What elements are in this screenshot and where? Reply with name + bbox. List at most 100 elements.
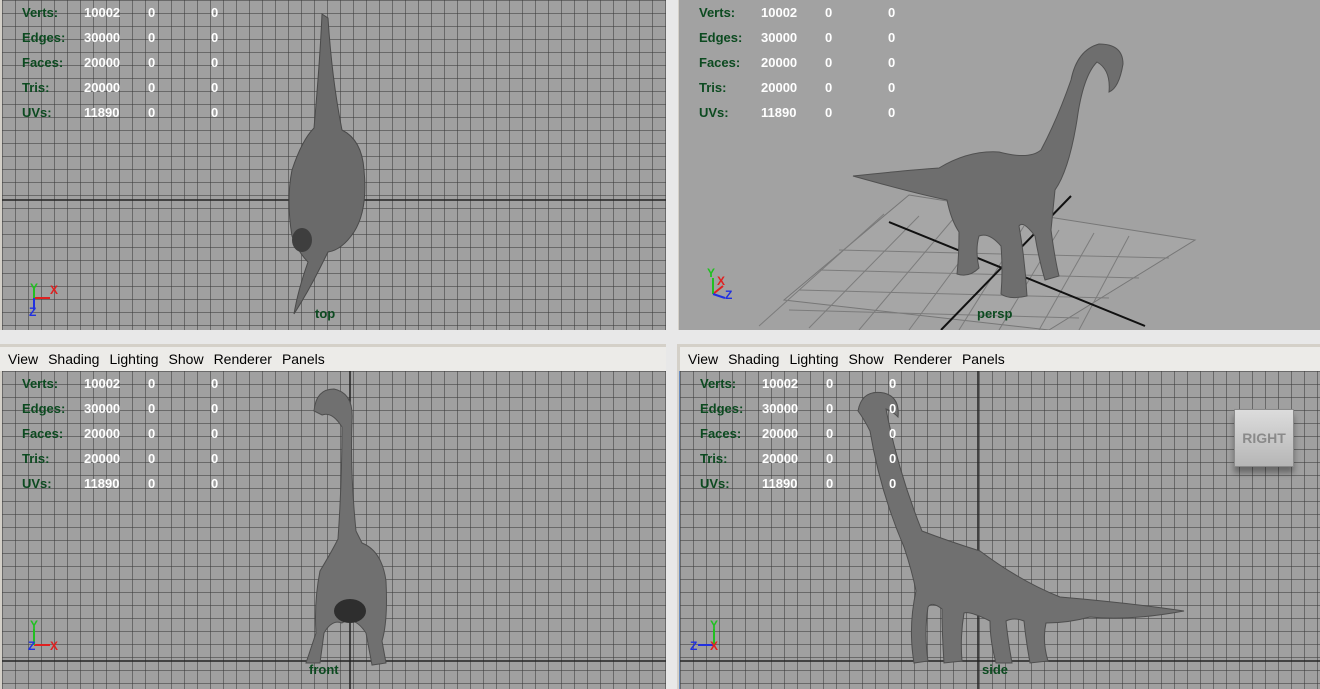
tris-selected: 0 xyxy=(825,80,833,95)
menu-renderer[interactable]: Renderer xyxy=(214,351,272,367)
faces-label: Faces: xyxy=(22,426,64,441)
verts-label: Verts: xyxy=(700,376,737,391)
tris-label: Tris: xyxy=(699,80,727,95)
tris-extra: 0 xyxy=(211,80,219,95)
axis-z-label: Z xyxy=(725,288,732,302)
verts-label: Verts: xyxy=(22,5,59,20)
viewport-top[interactable]: Verts: 10002 0 0 Edges: 30000 0 0 Faces: 20000 0… xyxy=(2,0,666,330)
viewport-side[interactable]: Verts: 10002 0 0 Edges: 30000 0 0 Faces: 20000 0… xyxy=(679,371,1320,689)
menu-show[interactable]: Show xyxy=(169,351,204,367)
faces-label: Faces: xyxy=(22,55,64,70)
verts-value: 10002 xyxy=(84,5,121,20)
edges-label: Edges: xyxy=(22,30,66,45)
axis-gizmo-icon: Y X Z xyxy=(707,266,732,302)
verts-extra: 0 xyxy=(889,376,897,391)
edges-label: Edges: xyxy=(22,401,66,416)
axis-z-label: Z xyxy=(690,639,697,653)
faces-selected: 0 xyxy=(825,55,833,70)
menu-shading[interactable]: Shading xyxy=(728,351,779,367)
tris-extra: 0 xyxy=(211,451,219,466)
axis-z-label: Z xyxy=(28,639,35,653)
menu-lighting[interactable]: Lighting xyxy=(789,351,838,367)
axis-gizmo-icon: Y Z X xyxy=(28,618,58,653)
menu-renderer[interactable]: Renderer xyxy=(894,351,952,367)
uvs-label: UVs: xyxy=(22,476,52,491)
edges-extra: 0 xyxy=(211,30,219,45)
axis-y-label: Y xyxy=(710,618,718,632)
pane-separator-horizontal[interactable] xyxy=(0,330,1320,344)
uvs-selected: 0 xyxy=(148,105,156,120)
uvs-value: 11890 xyxy=(761,105,797,120)
tris-label: Tris: xyxy=(22,80,50,95)
edges-value: 30000 xyxy=(761,30,798,45)
viewport-persp[interactable]: Verts: 10002 0 0 Edges: 30000 0 0 Faces: 20000 0… xyxy=(679,0,1320,330)
faces-extra: 0 xyxy=(211,426,219,441)
panel-menubar-side: View Shading Lighting Show Renderer Pane… xyxy=(680,347,1320,371)
menu-shading[interactable]: Shading xyxy=(48,351,99,367)
menu-panels[interactable]: Panels xyxy=(962,351,1005,367)
pane-separator[interactable] xyxy=(666,0,678,330)
uvs-selected: 0 xyxy=(148,476,156,491)
uvs-label: UVs: xyxy=(699,105,729,120)
verts-selected: 0 xyxy=(148,5,156,20)
edges-extra: 0 xyxy=(211,401,219,416)
menu-view[interactable]: View xyxy=(8,351,38,367)
uvs-selected: 0 xyxy=(826,476,834,491)
edges-value: 30000 xyxy=(84,30,121,45)
verts-value: 10002 xyxy=(761,5,798,20)
uvs-value: 11890 xyxy=(84,476,120,491)
tris-label: Tris: xyxy=(700,451,728,466)
menu-lighting[interactable]: Lighting xyxy=(109,351,158,367)
axis-z-label: Z xyxy=(29,305,36,319)
faces-value: 20000 xyxy=(762,426,799,441)
axis-y-label: Y xyxy=(30,618,38,632)
menu-show[interactable]: Show xyxy=(849,351,884,367)
axis-x-label: X xyxy=(50,283,58,297)
uvs-label: UVs: xyxy=(22,105,52,120)
faces-selected: 0 xyxy=(826,426,834,441)
verts-label: Verts: xyxy=(22,376,59,391)
verts-value: 10002 xyxy=(762,376,799,391)
faces-extra: 0 xyxy=(211,55,219,70)
viewport-front[interactable]: Verts: 10002 0 0 Edges: 30000 0 0 Faces: 20000 0… xyxy=(2,371,666,689)
menu-panels[interactable]: Panels xyxy=(282,351,325,367)
faces-value: 20000 xyxy=(761,55,798,70)
uvs-value: 11890 xyxy=(762,476,798,491)
uvs-extra: 0 xyxy=(889,476,897,491)
edges-value: 30000 xyxy=(84,401,121,416)
edges-extra: 0 xyxy=(889,401,897,416)
uvs-extra: 0 xyxy=(211,476,219,491)
camera-label-persp: persp xyxy=(977,306,1013,321)
tris-value: 20000 xyxy=(761,80,798,95)
tris-label: Tris: xyxy=(22,451,50,466)
tris-extra: 0 xyxy=(888,80,896,95)
edges-value: 30000 xyxy=(762,401,799,416)
axis-x-label: X xyxy=(50,639,58,653)
axis-y-label: Y xyxy=(707,266,715,280)
pane-separator[interactable] xyxy=(666,344,677,689)
viewcube[interactable]: RIGHT xyxy=(1234,409,1294,467)
verts-extra: 0 xyxy=(211,376,219,391)
viewcube-label: RIGHT xyxy=(1242,430,1286,446)
tris-value: 20000 xyxy=(84,80,121,95)
uvs-extra: 0 xyxy=(211,105,219,120)
uvs-value: 11890 xyxy=(84,105,120,120)
menu-view[interactable]: View xyxy=(688,351,718,367)
uvs-extra: 0 xyxy=(888,105,896,120)
faces-selected: 0 xyxy=(148,426,156,441)
axis-x-label: X xyxy=(717,274,725,288)
axis-x-label: X xyxy=(710,639,718,653)
verts-label: Verts: xyxy=(699,5,736,20)
camera-label-front: front xyxy=(309,662,339,677)
verts-extra: 0 xyxy=(211,5,219,20)
tris-selected: 0 xyxy=(148,451,156,466)
edges-selected: 0 xyxy=(148,30,156,45)
edges-label: Edges: xyxy=(699,30,743,45)
faces-extra: 0 xyxy=(889,426,897,441)
panel-menubar-front: View Shading Lighting Show Renderer Pane… xyxy=(0,347,666,371)
tris-selected: 0 xyxy=(148,80,156,95)
camera-label-side: side xyxy=(982,662,1009,677)
verts-selected: 0 xyxy=(148,376,156,391)
faces-selected: 0 xyxy=(148,55,156,70)
uvs-label: UVs: xyxy=(700,476,730,491)
